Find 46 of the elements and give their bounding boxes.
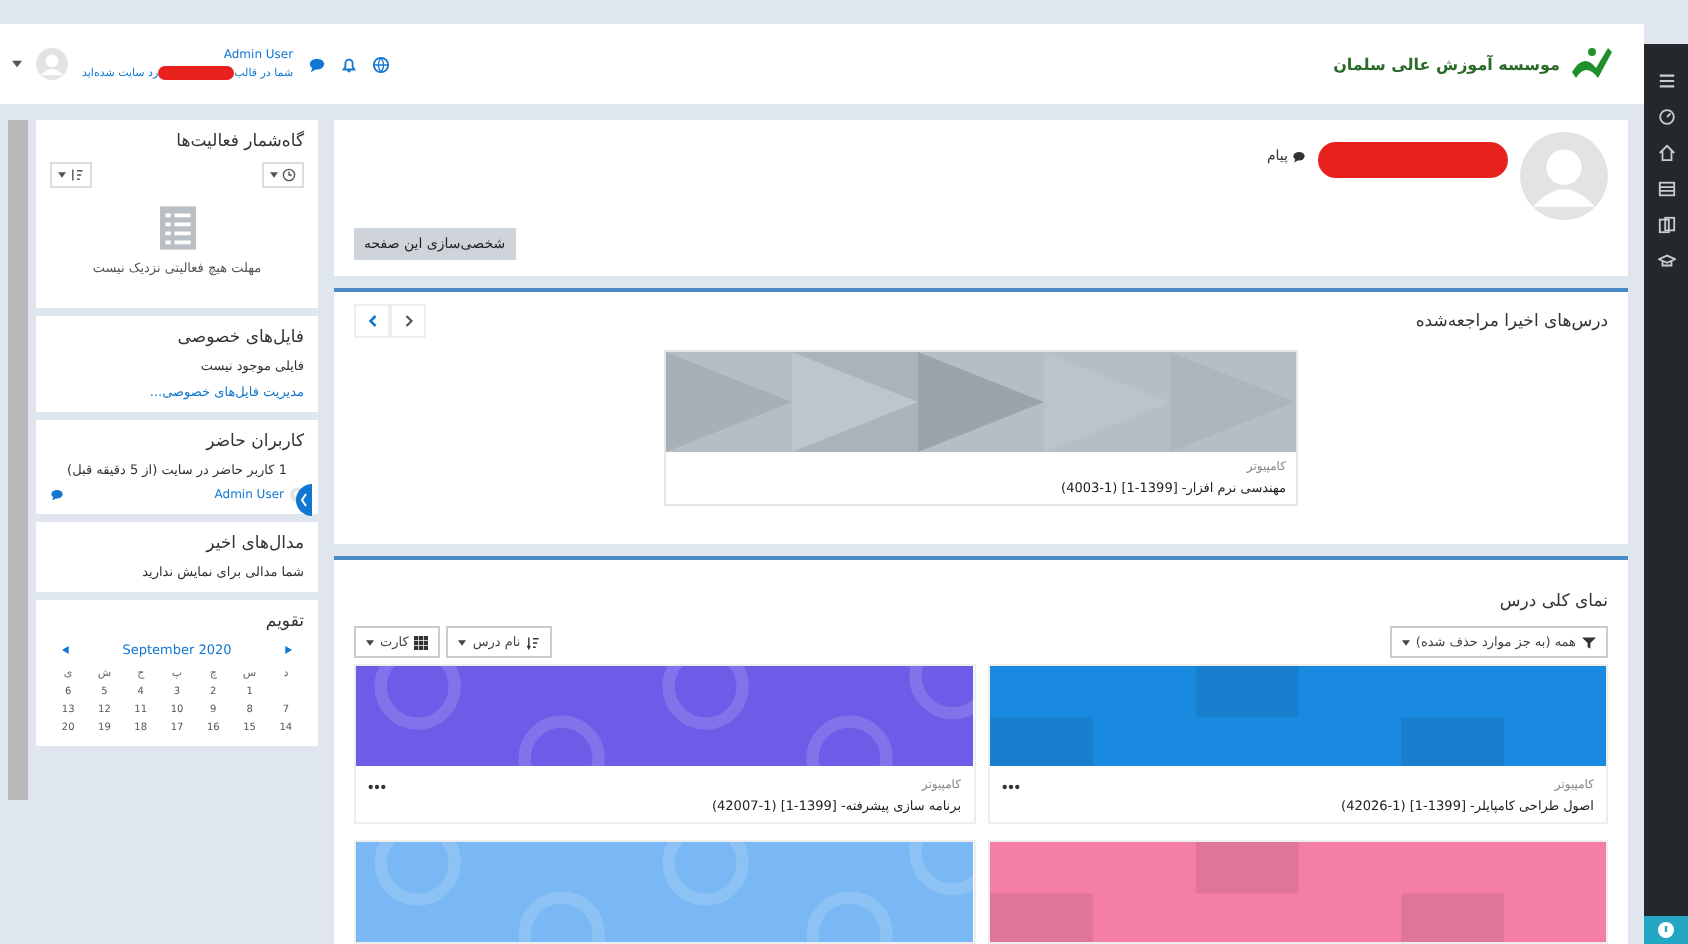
help-icon[interactable] bbox=[1644, 916, 1688, 944]
home-icon[interactable] bbox=[1657, 144, 1675, 162]
next-button[interactable] bbox=[390, 304, 426, 338]
chat-icon[interactable] bbox=[307, 55, 326, 73]
menu-icon[interactable] bbox=[1657, 72, 1675, 90]
arrow-left-icon[interactable] bbox=[62, 646, 70, 654]
chevron-right-icon bbox=[403, 314, 413, 328]
filter-icon bbox=[1582, 635, 1596, 649]
previous-button[interactable] bbox=[354, 304, 390, 338]
more-icon[interactable] bbox=[368, 784, 386, 790]
files-icon[interactable] bbox=[1657, 216, 1675, 234]
calendar-icon[interactable] bbox=[1657, 180, 1675, 198]
block-title: گاه‌شمار فعالیت‌ها bbox=[174, 132, 304, 152]
block-title: مدال‌های اخیر bbox=[203, 534, 304, 554]
section-title: نمای کلی درس bbox=[1499, 592, 1608, 612]
site-name[interactable]: موسسه آموزش عالی سلمان bbox=[1333, 55, 1560, 73]
redaction-mark bbox=[158, 66, 235, 80]
avatar-icon bbox=[1520, 132, 1608, 220]
section-title: درس‌های اخیرا مراجعه‌شده bbox=[1415, 311, 1608, 331]
list-icon bbox=[159, 206, 195, 250]
caret-icon bbox=[58, 172, 66, 178]
chevron-left-icon bbox=[367, 314, 377, 328]
block-title: کاربران حاضر bbox=[203, 432, 304, 452]
chat-icon bbox=[1292, 149, 1306, 163]
sort-dropdown[interactable] bbox=[50, 162, 92, 188]
caret-icon[interactable] bbox=[12, 60, 22, 68]
caret-icon bbox=[458, 639, 467, 645]
arrow-right-icon[interactable] bbox=[283, 646, 292, 654]
bell-icon[interactable] bbox=[339, 55, 358, 73]
scrollbar[interactable] bbox=[8, 120, 28, 800]
caret-icon bbox=[270, 172, 278, 178]
clock-icon bbox=[282, 168, 296, 182]
block-title: فایل‌های خصوصی bbox=[175, 328, 304, 348]
caret-icon bbox=[1401, 639, 1410, 645]
filter-dropdown[interactable] bbox=[262, 162, 304, 188]
sort-icon bbox=[70, 168, 84, 182]
chat-icon[interactable] bbox=[50, 488, 64, 502]
more-icon[interactable] bbox=[1001, 784, 1019, 790]
caret-icon bbox=[366, 639, 374, 645]
graduation-cap-icon[interactable] bbox=[1657, 252, 1675, 270]
drawer-toggle-icon[interactable] bbox=[292, 484, 312, 516]
sort-icon bbox=[526, 635, 541, 649]
globe-icon[interactable] bbox=[371, 55, 390, 73]
block-title: تقویم bbox=[263, 612, 304, 632]
dashboard-icon[interactable] bbox=[1657, 108, 1675, 126]
grid-icon bbox=[414, 635, 429, 649]
